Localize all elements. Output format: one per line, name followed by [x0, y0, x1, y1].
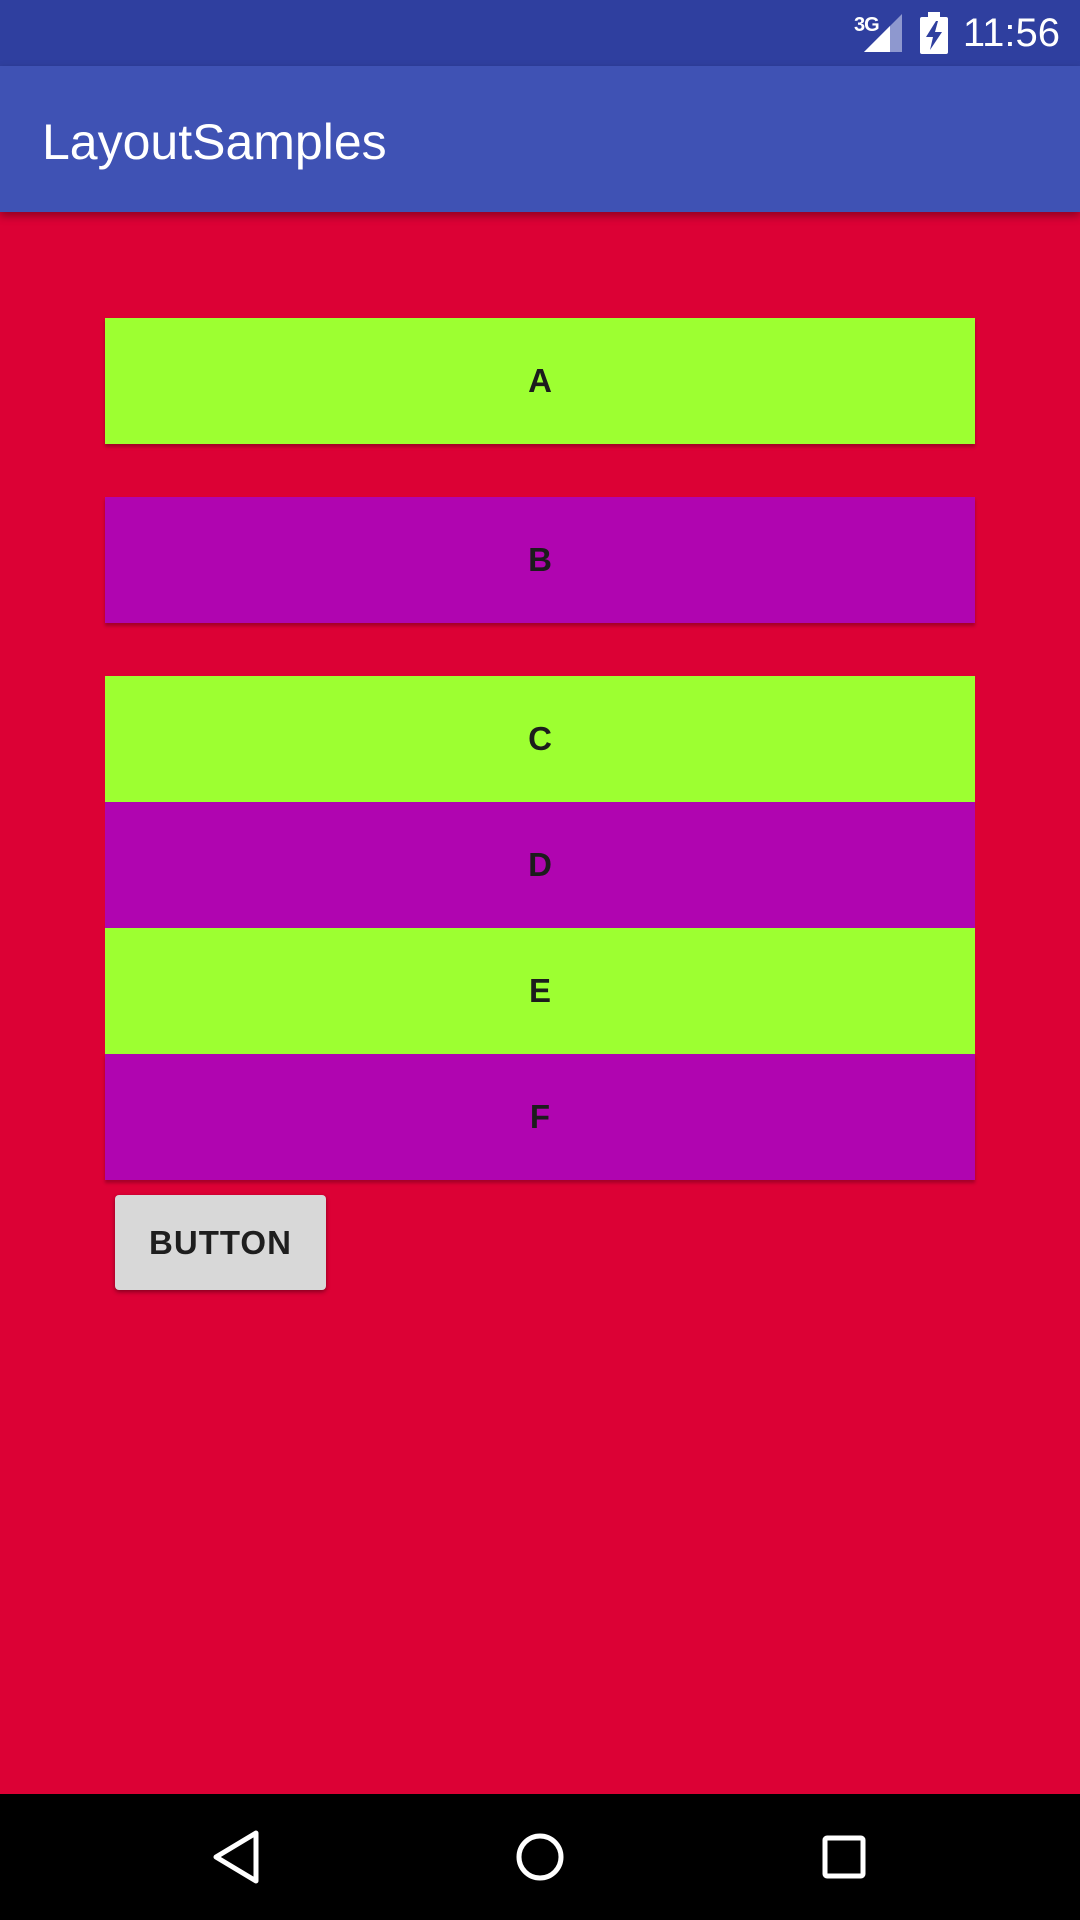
- status-time: 11:56: [962, 11, 1060, 55]
- block-a: A: [105, 318, 975, 444]
- block-f: F: [105, 1054, 975, 1180]
- block-label: C: [528, 720, 552, 757]
- block-b: B: [105, 497, 975, 623]
- navigation-bar: [0, 1794, 1080, 1920]
- app-title: LayoutSamples: [42, 114, 387, 170]
- block-label: F: [529, 1098, 551, 1135]
- battery-charging-icon: [920, 12, 948, 54]
- block-label: E: [528, 972, 551, 1009]
- screen: 3G 11:56 LayoutSamples A B C D E F BUTTO…: [0, 0, 1080, 1920]
- block-e: E: [105, 928, 975, 1054]
- signal-icon: [864, 14, 902, 52]
- block-d: D: [105, 802, 975, 928]
- action-button[interactable]: BUTTON: [115, 1195, 326, 1290]
- app-bar: LayoutSamples: [0, 66, 1080, 212]
- block-label: D: [528, 846, 552, 883]
- home-icon[interactable]: [510, 1827, 570, 1887]
- status-bar: 3G 11:56: [0, 0, 1080, 66]
- recents-icon[interactable]: [814, 1827, 874, 1887]
- block-label: B: [528, 541, 552, 578]
- block-c: C: [105, 676, 975, 802]
- back-icon[interactable]: [206, 1827, 266, 1887]
- block-label: A: [528, 362, 552, 399]
